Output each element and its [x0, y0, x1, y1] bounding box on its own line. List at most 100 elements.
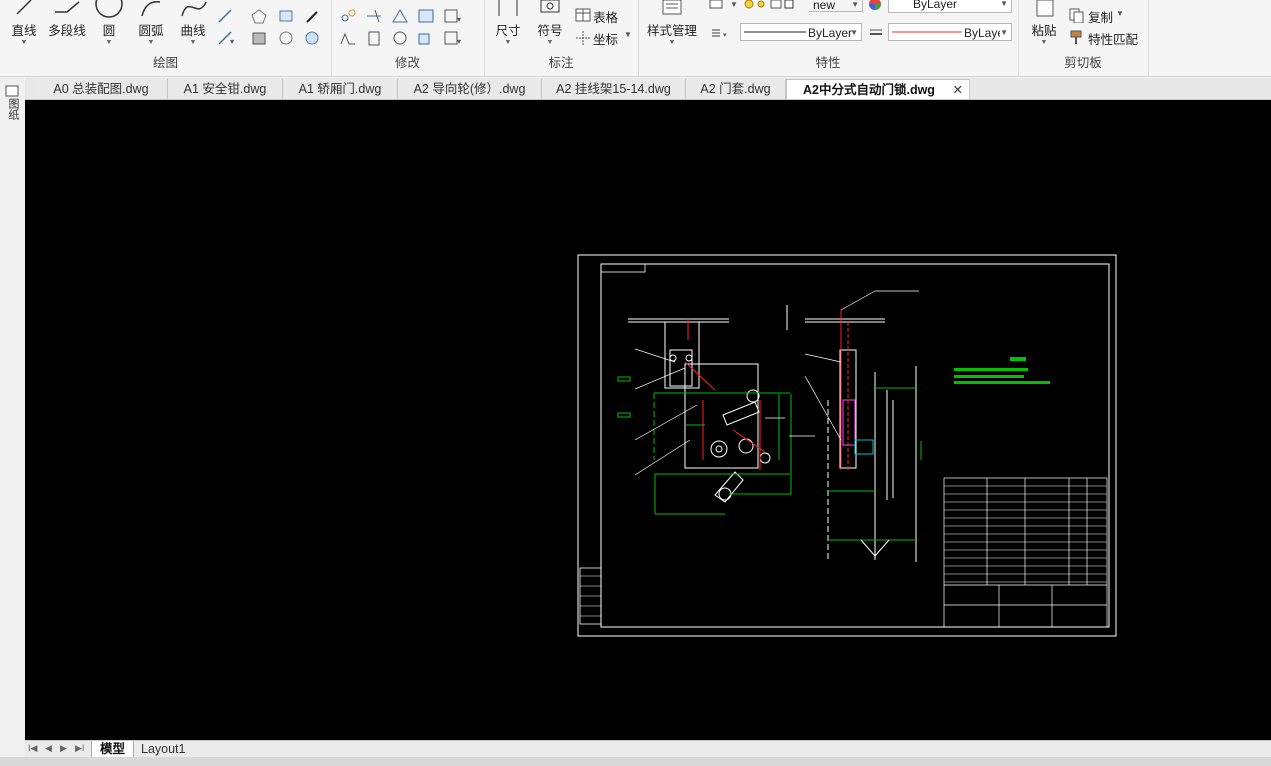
copy-object-icon[interactable] [417, 30, 435, 46]
chevron-down-icon: ▼ [105, 39, 113, 46]
modify-group-title: 修改 [394, 56, 420, 70]
tab-label: Layout1 [141, 742, 186, 756]
technical-notes [954, 357, 1050, 384]
lock-front-view [617, 318, 815, 515]
dimension-icon [498, 0, 518, 16]
coordinate-button[interactable]: 坐标 [593, 29, 618, 48]
status-bar [0, 757, 1271, 766]
close-icon[interactable]: ✕ [953, 80, 963, 100]
offset-icon[interactable] [365, 30, 383, 46]
tab-a2-door-frame[interactable]: A2 门套.dwg [686, 79, 786, 99]
tab-a2-door-lock[interactable]: A2中分式自动门锁.dwg ✕ [786, 79, 970, 99]
rotate-icon[interactable] [391, 30, 409, 46]
ribbon: 直线 ▼ 多段线 圆 ▼ 圆弧 ▼ 曲线 ▼ ▾ 绘图 ▾ ▾ 修改 尺寸 ▼ … [0, 0, 1271, 77]
paste-icon [1036, 0, 1054, 17]
layer-combo[interactable]: new ▼ [809, 0, 863, 12]
match-properties-button[interactable]: 特性匹配 [1088, 29, 1138, 48]
layer-properties-icon[interactable] [708, 0, 726, 16]
point-icon[interactable] [303, 8, 321, 24]
draw-group: 直线 ▼ 多段线 圆 ▼ 圆弧 ▼ 曲线 ▼ ▾ 绘图 [0, 0, 332, 76]
curve-button[interactable]: 曲线 ▼ [176, 0, 210, 47]
layout-tab-bar: I◀ ◀ ▶ ▶I 模型 Layout1 [25, 740, 1271, 758]
lineweight-value: ByLayer [964, 26, 1000, 40]
layer-name: new [813, 0, 836, 12]
list-icon[interactable]: ▾ [710, 25, 728, 41]
tab-layout1[interactable]: Layout1 [133, 741, 193, 757]
copy-icon[interactable] [1068, 7, 1086, 23]
tab-label: A0 总装配图.dwg [53, 82, 149, 96]
arc-button[interactable]: 圆弧 ▼ [134, 0, 168, 47]
stretch-icon[interactable] [339, 30, 357, 46]
tab-a0-assembly[interactable]: A0 总装配图.dwg [35, 79, 168, 99]
chevron-down-icon[interactable]: ▼ [730, 0, 738, 9]
scale-icon[interactable]: ▾ [443, 8, 461, 24]
sheet-icon[interactable] [3, 84, 23, 98]
match-properties-icon[interactable] [1068, 29, 1086, 45]
hatch-icon[interactable] [250, 30, 268, 46]
side-toolbar-label[interactable]: 图纸 [5, 98, 19, 120]
paste-button[interactable]: 粘贴 ▼ [1026, 0, 1062, 47]
chevron-down-icon[interactable]: ▼ [624, 30, 632, 39]
mirror-icon[interactable] [391, 8, 409, 24]
tab-a1-car-door[interactable]: A1 轿厢门.dwg [283, 79, 398, 99]
arc-icon [141, 1, 161, 17]
annotate-group: 尺寸 ▼ 符号 ▼ 表格 坐标 ▼ 标注 [484, 0, 639, 76]
xline-icon[interactable]: ▾ [216, 30, 234, 46]
circle-button-label: 圆 [102, 24, 116, 38]
line-button[interactable]: 直线 ▼ [6, 0, 42, 47]
coordinate-icon[interactable] [574, 29, 592, 45]
polygon-icon[interactable] [250, 8, 268, 24]
tab-label: A1 轿厢门.dwg [298, 82, 382, 96]
tab-a2-guide-wheel[interactable]: A2 导向轮(修）.dwg [398, 79, 542, 99]
move-icon[interactable] [339, 8, 357, 24]
chevron-down-icon: ▼ [1000, 28, 1008, 37]
next-layout-icon[interactable]: ▶ [60, 743, 67, 754]
annotate-group-title: 标注 [548, 56, 574, 70]
chevron-down-icon: ▼ [1040, 39, 1048, 46]
tab-a2-hanger[interactable]: A2 挂线架15-14.dwg [542, 79, 686, 99]
chevron-down-icon: ▼ [147, 39, 155, 46]
boundary-icon[interactable] [303, 30, 321, 46]
chevron-down-icon[interactable]: ▼ [1116, 9, 1124, 18]
line-icon [16, 0, 32, 15]
color-combo[interactable]: ByLayer ▼ [888, 0, 1012, 13]
paste-label: 粘贴 [1031, 24, 1057, 38]
color-wheel-icon[interactable] [868, 0, 886, 16]
properties-group: 样式管理 ▼ ▼ new ▼ ByLayer ▼ ▾ ByLayer ▼ ByL… [638, 0, 1019, 76]
region-icon[interactable] [277, 8, 295, 24]
array-icon[interactable] [417, 8, 435, 24]
trim-icon[interactable] [365, 8, 383, 24]
chevron-down-icon: ▼ [546, 39, 554, 46]
tab-label: A2 挂线架15-14.dwg [556, 82, 671, 96]
draw-group-title: 绘图 [152, 56, 178, 70]
table-icon[interactable] [574, 7, 592, 23]
clipboard-group: 粘贴 ▼ 复制 ▼ 特性匹配 剪切板 [1018, 0, 1149, 76]
last-layout-icon[interactable]: ▶I [75, 743, 84, 754]
circle-icon [95, 0, 123, 18]
drawing-canvas[interactable] [25, 100, 1271, 740]
edit-icon[interactable]: ▾ [443, 30, 461, 46]
prev-layout-icon[interactable]: ◀ [45, 743, 52, 754]
lineweight-combo[interactable]: ByLayer ▼ [888, 23, 1012, 41]
circle-button[interactable]: 圆 ▼ [94, 0, 124, 47]
chevron-down-icon: ▼ [850, 28, 858, 37]
copy-button[interactable]: 复制 [1088, 7, 1113, 26]
table-button[interactable]: 表格 [593, 7, 618, 26]
polyline-icon [55, 1, 80, 13]
tab-a1-safety-gear[interactable]: A1 安全钳.dwg [168, 79, 283, 99]
first-layout-icon[interactable]: I◀ [28, 743, 37, 754]
dimension-button[interactable]: 尺寸 ▼ [490, 0, 526, 47]
tab-model[interactable]: 模型 [91, 741, 135, 757]
ray-icon[interactable] [216, 8, 234, 24]
lineweight-icon[interactable] [868, 25, 886, 41]
cloud-icon[interactable] [277, 30, 295, 46]
chevron-down-icon: ▼ [189, 39, 197, 46]
style-manager-button[interactable]: 样式管理 ▼ [642, 0, 702, 47]
lineweight-sample-icon [892, 31, 962, 33]
symbol-button[interactable]: 符号 ▼ [532, 0, 568, 47]
title-block-rows [944, 485, 1107, 583]
linetype-combo[interactable]: ByLayer ▼ [740, 23, 862, 41]
layer-state-icons[interactable] [741, 0, 809, 16]
polyline-button[interactable]: 多段线 [44, 0, 90, 39]
drawing-sheet [577, 254, 1117, 637]
